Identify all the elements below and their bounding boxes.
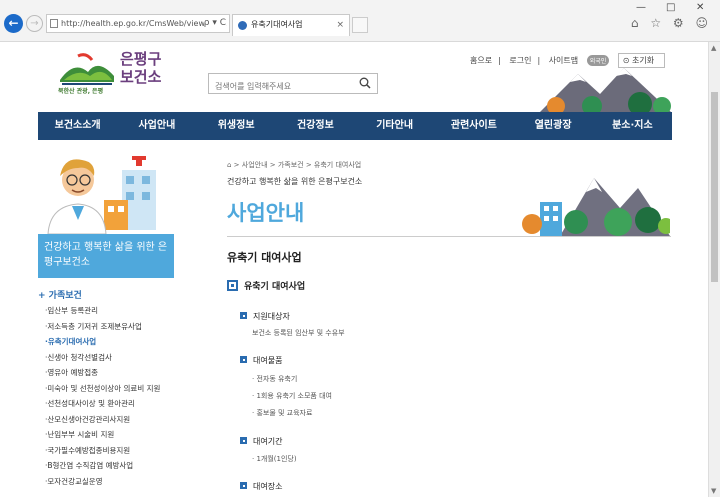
side-menu-item-active[interactable]: ·유축기대여사업 — [45, 334, 160, 350]
item-heading: 대여장소 — [240, 481, 282, 492]
back-button[interactable]: ← — [4, 14, 23, 33]
side-menu-item[interactable]: ·국가필수예방접종비용지원 — [45, 443, 160, 459]
item-heading-text: 대여기간 — [253, 437, 283, 446]
item-text: · 1회용 유축기 소모품 대여 — [252, 392, 332, 400]
gnb-item[interactable]: 열린광장 — [514, 112, 593, 140]
page-icon — [50, 19, 58, 28]
tab-active[interactable]: 유축기대여사업 × — [232, 14, 350, 36]
side-menu-item[interactable]: ·신생아 청각선별검사 — [45, 350, 160, 366]
minimize-icon[interactable]: — — [636, 2, 646, 13]
site-favicon-icon — [238, 21, 247, 30]
address-actions[interactable]: ρ ▾ C — [203, 15, 226, 32]
scroll-thumb[interactable] — [711, 92, 718, 282]
mountain-illustration-icon — [540, 68, 671, 112]
page-title: 사업안내 — [227, 201, 305, 225]
forward-button[interactable]: → — [26, 15, 43, 32]
search-box — [208, 73, 378, 96]
search-icon[interactable] — [359, 77, 371, 89]
title-divider — [227, 236, 671, 237]
content-subtitle: 유축기 대여사업 — [227, 251, 302, 264]
item-text: 보건소 등록된 임산부 및 수유부 — [252, 329, 345, 337]
side-menu-item[interactable]: ·영유아 예방접종 — [45, 365, 160, 381]
scroll-down-icon[interactable]: ▼ — [711, 487, 716, 495]
section-bullet-icon — [227, 280, 238, 291]
gnb-item[interactable]: 사업안내 — [117, 112, 196, 140]
side-heading[interactable]: + 가족보건 — [38, 288, 82, 301]
browser-toolbar: ← → http://health.ep.go.kr/CmsWeb/viewPa… — [0, 0, 720, 42]
global-nav: 보건소소개 사업안내 위생정보 건강정보 기타안내 관련사이트 열린광장 분소·… — [38, 112, 672, 140]
item-heading: 대여기간 — [240, 436, 282, 447]
doctor-illustration-icon — [47, 156, 156, 234]
side-menu-item[interactable]: ·모자건강교실운영 — [45, 474, 160, 490]
section-heading-text: 유축기 대여사업 — [244, 282, 306, 292]
item-bullet-icon — [240, 437, 247, 444]
side-menu-item[interactable]: ·선천성대사이상 및 환아관리 — [45, 396, 160, 412]
item-text: · 홍보물 및 교육자료 — [252, 409, 313, 417]
browser-tool-icons[interactable]: ⌂ ☆ ⚙ ☺ — [631, 16, 712, 30]
side-menu: ·임산부 등록관리 ·저소득층 기저귀 조제분유사업 ·유축기대여사업 ·신생아… — [45, 303, 160, 489]
side-menu-item[interactable]: ·임산부 등록관리 — [45, 303, 160, 319]
item-text: · 전자동 유축기 — [252, 375, 298, 383]
logo-title[interactable]: 은평구 보건소 — [120, 50, 180, 86]
gnb-item[interactable]: 위생정보 — [197, 112, 276, 140]
item-text: · 1개월(1인당) — [252, 455, 297, 463]
item-heading: 대여물품 — [240, 355, 282, 366]
gnb-item[interactable]: 보건소소개 — [38, 112, 117, 140]
item-bullet-icon — [240, 356, 247, 363]
logo-subtitle: 북한산 관광, 은평 — [58, 88, 104, 95]
side-banner: 건강하고 행복한 삶을 위한 은평구보건소 — [38, 234, 174, 278]
close-window-icon[interactable]: ✕ — [696, 2, 704, 13]
tab-close-icon[interactable]: × — [336, 15, 344, 35]
item-heading: 지원대상자 — [240, 311, 290, 322]
maximize-icon[interactable]: □ — [666, 2, 675, 13]
item-bullet-icon — [240, 312, 247, 319]
gnb-item[interactable]: 기타안내 — [355, 112, 434, 140]
breadcrumb[interactable]: ⌂ > 사업안내 > 가족보건 > 유축기 대여사업 — [227, 160, 361, 170]
new-tab-button[interactable] — [352, 17, 368, 33]
item-heading-text: 지원대상자 — [253, 312, 290, 321]
item-heading-text: 대여장소 — [253, 482, 283, 491]
address-bar[interactable]: http://health.ep.go.kr/CmsWeb/viewPage. … — [46, 14, 230, 33]
gnb-item[interactable]: 건강정보 — [276, 112, 355, 140]
item-bullet-icon — [240, 482, 247, 489]
side-menu-item[interactable]: ·미숙아 및 선천성이상아 의료비 지원 — [45, 381, 160, 397]
side-menu-item[interactable]: ·난임부부 시술비 지원 — [45, 427, 160, 443]
scroll-up-icon[interactable]: ▲ — [711, 44, 716, 52]
address-url: http://health.ep.go.kr/CmsWeb/viewPage. — [61, 19, 227, 28]
vertical-scrollbar[interactable]: ▲ ▼ — [708, 42, 720, 497]
side-menu-item[interactable]: ·산모신생아건강관리사지원 — [45, 412, 160, 428]
home-link[interactable]: 홈으로 — [470, 56, 492, 65]
login-link[interactable]: 로그인 — [509, 56, 531, 65]
gnb-item[interactable]: 분소·지소 — [593, 112, 672, 140]
side-menu-item[interactable]: ·B형간염 수직감염 예방사업 — [45, 458, 160, 474]
section-heading: 유축기 대여사업 — [227, 279, 305, 292]
tab-title: 유축기대여사업 — [251, 20, 303, 29]
item-heading-text: 대여물품 — [253, 356, 283, 365]
search-input[interactable] — [209, 77, 349, 96]
city-illustration-icon — [522, 178, 670, 236]
side-menu-item[interactable]: ·저소득층 기저귀 조제분유사업 — [45, 319, 160, 335]
page-tagline: 건강하고 행복한 삶을 위한 은평구보건소 — [227, 177, 363, 186]
gnb-item[interactable]: 관련사이트 — [434, 112, 513, 140]
